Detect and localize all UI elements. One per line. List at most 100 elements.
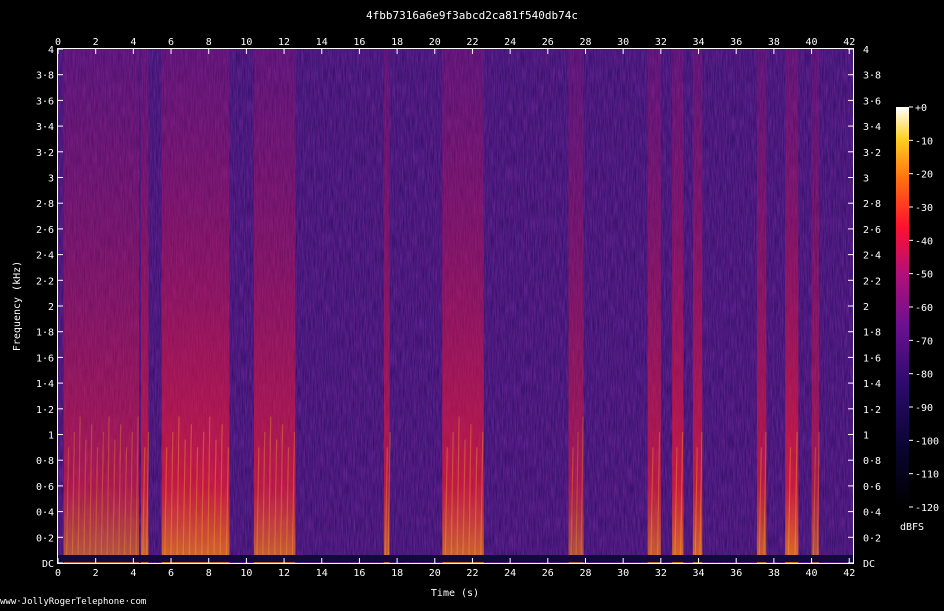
x-tick-label-bottom: 0 — [55, 568, 61, 579]
x-tick-label-top: 42 — [843, 37, 855, 48]
energy-segment-6 — [568, 49, 584, 563]
y-tick-label-left: 3·6 — [36, 96, 54, 107]
x-tick-label-top: 34 — [692, 37, 704, 48]
y-tick-label-left: 1·4 — [36, 379, 54, 390]
colorbar-tick-label: -80 — [915, 370, 933, 381]
colorbar-tick-label: -70 — [915, 336, 933, 347]
y-tick-label-right: 4 — [863, 45, 869, 56]
x-tick-label-bottom: 16 — [353, 568, 365, 579]
x-tick-label-bottom: 36 — [730, 568, 742, 579]
y-tick-label-right: 0·6 — [863, 482, 881, 493]
y-tick-label-right: 2 — [863, 302, 869, 313]
energy-segment-5 — [442, 49, 484, 563]
x-tick-label-top: 30 — [617, 37, 629, 48]
y-tick-label-right: 3 — [863, 174, 869, 185]
y-tick-label-right: 2·2 — [863, 276, 881, 287]
x-tick-label-bottom: 30 — [617, 568, 629, 579]
y-tick-label-right: 1·4 — [863, 379, 881, 390]
dc-band — [58, 555, 853, 562]
watermark: www·JollyRogerTelephone·com — [0, 597, 147, 607]
y-tick-label-right: 2·4 — [863, 251, 881, 262]
x-tick-label-bottom: 38 — [768, 568, 780, 579]
x-tick-label-top: 26 — [542, 37, 554, 48]
y-tick-label-left: 4 — [48, 45, 54, 56]
y-tick-label-left: 0·6 — [36, 482, 54, 493]
y-tick-label-right: 0·8 — [863, 456, 881, 467]
x-tick-label-top: 14 — [316, 37, 328, 48]
colorbar-tick-label: -60 — [915, 303, 933, 314]
x-tick-label-bottom: 20 — [429, 568, 441, 579]
x-tick-label-bottom: 14 — [316, 568, 328, 579]
colorbar-label: dBFS — [900, 522, 924, 533]
y-tick-label-left: 2·6 — [36, 225, 54, 236]
y-tick-label-right: 0·4 — [863, 508, 881, 519]
y-tick-label-left: 2·2 — [36, 276, 54, 287]
colorbar-tick-label: -110 — [915, 470, 939, 481]
y-tick-label-right: 0·2 — [863, 533, 881, 544]
x-tick-label-top: 32 — [655, 37, 667, 48]
y-tick-label-right: 3·2 — [863, 148, 881, 159]
x-tick-label-bottom: 32 — [655, 568, 667, 579]
energy-segment-0 — [63, 49, 140, 563]
y-tick-label-left: 0·2 — [36, 533, 54, 544]
x-tick-label-top: 20 — [429, 37, 441, 48]
colorbar-tick-label: -50 — [915, 270, 933, 281]
x-tick-label-top: 40 — [806, 37, 818, 48]
colorbar-tick-label: -100 — [915, 436, 939, 447]
colorbar-tick-label: +0 — [915, 103, 927, 114]
colorbar-tick-label: -90 — [915, 403, 933, 414]
y-tick-label-left: 3·4 — [36, 122, 54, 133]
y-tick-label-right: 1·2 — [863, 405, 881, 416]
x-tick-label-top: 16 — [353, 37, 365, 48]
colorbar-tick-label: -30 — [915, 203, 933, 214]
x-tick-label-bottom: 22 — [466, 568, 478, 579]
y-tick-label-left: 2 — [48, 302, 54, 313]
x-tick-label-bottom: 12 — [278, 568, 290, 579]
x-tick-label-top: 36 — [730, 37, 742, 48]
y-axis-label: Frequency (kHz) — [12, 261, 23, 351]
x-tick-label-bottom: 24 — [504, 568, 516, 579]
y-tick-label-right: 1·8 — [863, 328, 881, 339]
y-tick-label-right: DC — [863, 559, 875, 570]
colorbar-tick-label: -10 — [915, 136, 933, 147]
x-tick-label-bottom: 18 — [391, 568, 403, 579]
x-tick-label-top: 38 — [768, 37, 780, 48]
colorbar-tick-label: -40 — [915, 236, 933, 247]
x-tick-label-top: 12 — [278, 37, 290, 48]
x-tick-label-bottom: 2 — [93, 568, 99, 579]
x-tick-label-top: 10 — [240, 37, 252, 48]
x-tick-label-top: 24 — [504, 37, 516, 48]
y-tick-label-left: 2·4 — [36, 251, 54, 262]
colorbar-tick-label: -20 — [915, 170, 933, 181]
y-tick-label-left: 3·2 — [36, 148, 54, 159]
colorbar: +0 -10 -20 -30 -40 -50 -60 -70 -80 -90 -100 -110 -12… — [896, 103, 939, 533]
y-tick-label-right: 3·8 — [863, 71, 881, 82]
x-tick-label-bottom: 40 — [806, 568, 818, 579]
y-tick-label-right: 2·8 — [863, 199, 881, 210]
x-tick-label-bottom: 42 — [843, 568, 855, 579]
colorbar-tick-label: -120 — [915, 503, 939, 514]
y-tick-label-left: 1·8 — [36, 328, 54, 339]
x-tick-label-top: 2 — [93, 37, 99, 48]
x-axis-label: Time (s) — [431, 588, 479, 599]
x-tick-label-top: 28 — [579, 37, 591, 48]
y-tick-label-left: DC — [42, 559, 54, 570]
y-tick-label-right: 3·4 — [863, 122, 881, 133]
x-tick-label-bottom: 34 — [692, 568, 704, 579]
spectrogram-chart: 0 2 4 6 8 10 12 14 16 18 20 22 24 26 28 30 32 34 36 38 40 42 … — [12, 37, 939, 599]
x-tick-label-top: 18 — [391, 37, 403, 48]
y-tick-label-left: 1·6 — [36, 353, 54, 364]
y-tick-label-left: 1 — [48, 431, 54, 442]
y-tick-label-right: 2·6 — [863, 225, 881, 236]
x-tick-label-bottom: 8 — [206, 568, 212, 579]
y-tick-label-left: 0·4 — [36, 508, 54, 519]
y-tick-label-left: 1·2 — [36, 405, 54, 416]
x-tick-label-bottom: 4 — [130, 568, 136, 579]
y-tick-label-right: 3·6 — [863, 96, 881, 107]
spectrogram-plot-area — [58, 49, 853, 563]
x-tick-label-bottom: 26 — [542, 568, 554, 579]
y-tick-label-right: 1·6 — [863, 353, 881, 364]
y-tick-label-left: 0·8 — [36, 456, 54, 467]
x-tick-label-top: 4 — [130, 37, 136, 48]
y-tick-label-left: 3·8 — [36, 71, 54, 82]
